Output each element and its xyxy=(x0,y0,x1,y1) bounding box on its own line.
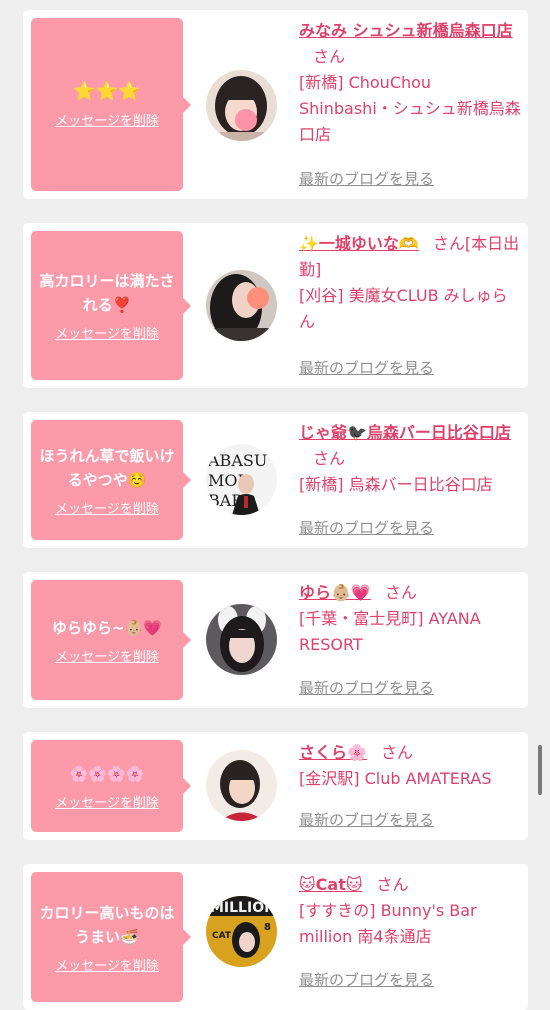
entry-info: 🐱Cat🐱 さん [すすきの] Bunny's Bar million 南4条通店 xyxy=(299,872,521,950)
message-text: ⭐⭐⭐ xyxy=(73,81,141,102)
message-text: ほうれん草で飯いけるやつや☺️ xyxy=(39,446,175,489)
name-suffix: さん xyxy=(384,583,417,602)
latest-blog-link[interactable]: 最新のブログを見る xyxy=(299,677,434,698)
entry-info: さくら🌸 さん [金沢駅] Club AMATERAS xyxy=(299,740,521,792)
name-suffix: さん xyxy=(313,449,346,468)
store-name: [すすきの] Bunny's Bar million 南4条通店 xyxy=(299,901,477,946)
entry-info: ✨一城ゆいな🫶 さん[本日出勤] [刈谷] 美魔女CLUB みしゅらん xyxy=(299,231,521,335)
entry-info: みなみ シュシュ新橋烏森口店さん [新橋] ChouChou Shinbashi… xyxy=(299,18,521,148)
avatar[interactable] xyxy=(206,750,277,821)
message-text: 高カロリーは満たされる❣️ xyxy=(39,272,175,314)
message-card: 🌸🌸🌸🌸 メッセージを削除 さくら🌸 さん [金沢駅] Club AMATERAS… xyxy=(23,732,528,840)
message-text: 🌸🌸🌸🌸 xyxy=(69,764,145,783)
latest-blog-link[interactable]: 最新のブログを見る xyxy=(299,969,434,990)
name-line: みなみ シュシュ新橋烏森口店さん xyxy=(299,18,521,70)
delete-message-link[interactable]: メッセージを削除 xyxy=(55,792,159,811)
message-bubble: ゆらゆら~👶🏼💗 メッセージを削除 xyxy=(31,580,191,700)
message-bubble: 🌸🌸🌸🌸 メッセージを削除 xyxy=(31,740,191,832)
avatar[interactable] xyxy=(206,70,277,141)
store-name: [新橋] ChouChou Shinbashi・シュシュ新橋烏森口店 xyxy=(299,73,521,144)
message-card: ゆらゆら~👶🏼💗 メッセージを削除 ゆら👶🏼💗 さん [千葉・富士見町] AYAN… xyxy=(23,572,528,708)
entry-info: ゆら👶🏼💗 さん [千葉・富士見町] AYANA RESORT xyxy=(299,580,521,658)
message-bubble: ⭐⭐⭐ メッセージを削除 xyxy=(31,18,191,191)
message-text: ゆらゆら~👶🏼💗 xyxy=(52,618,162,637)
latest-blog-link[interactable]: 最新のブログを見る xyxy=(299,517,434,538)
name-line: 🐱Cat🐱 さん xyxy=(299,872,521,898)
svg-text:ABASU: ABASU xyxy=(207,451,267,470)
latest-blog-link[interactable]: 最新のブログを見る xyxy=(299,809,434,830)
delete-message-link[interactable]: メッセージを削除 xyxy=(55,646,159,665)
latest-blog-link[interactable]: 最新のブログを見る xyxy=(299,357,434,378)
cast-name-link[interactable]: みなみ シュシュ新橋烏森口店 xyxy=(299,21,513,40)
cast-name-link[interactable]: さくら🌸 xyxy=(299,743,367,762)
name-line: さくら🌸 さん xyxy=(299,740,521,766)
message-card: ほうれん草で飯いけるやつや☺️ メッセージを削除 ABASU MOR BAR じ… xyxy=(23,412,528,548)
delete-message-link[interactable]: メッセージを削除 xyxy=(55,110,159,129)
message-card: ⭐⭐⭐ メッセージを削除 みなみ シュシュ新橋烏森口店さん [新橋] ChouC… xyxy=(23,10,528,199)
message-bubble: ほうれん草で飯いけるやつや☺️ メッセージを削除 xyxy=(31,420,191,540)
cast-name-link[interactable]: ✨一城ゆいな🫶 xyxy=(299,234,419,253)
avatar[interactable]: MILLION CAT 8 xyxy=(206,896,277,967)
scrollbar[interactable] xyxy=(538,745,542,795)
delete-message-link[interactable]: メッセージを削除 xyxy=(55,323,159,342)
cast-name-link[interactable]: ゆら👶🏼💗 xyxy=(299,583,371,602)
svg-text:CAT: CAT xyxy=(212,931,232,941)
message-card: カロリー高いものはうまい🍜 メッセージを削除 MILLION CAT 8 🐱Ca… xyxy=(23,864,528,1010)
store-name: [金沢駅] Club AMATERAS xyxy=(299,769,492,788)
message-bubble: 高カロリーは満たされる❣️ メッセージを削除 xyxy=(31,231,191,380)
name-line: じゃ爺🐦‍⬛烏森バー日比谷口店さん xyxy=(299,420,521,472)
cast-name-link[interactable]: 🐱Cat🐱 xyxy=(299,875,363,894)
latest-blog-link[interactable]: 最新のブログを見る xyxy=(299,168,434,189)
message-text: カロリー高いものはうまい🍜 xyxy=(39,903,175,946)
svg-text:MILLION: MILLION xyxy=(210,900,276,916)
avatar[interactable]: ABASU MOR BAR xyxy=(206,444,277,515)
name-suffix: さん xyxy=(313,47,346,66)
store-name: [新橋] 烏森バー日比谷口店 xyxy=(299,475,493,494)
name-suffix: さん xyxy=(376,875,409,894)
cast-name-link[interactable]: じゃ爺🐦‍⬛烏森バー日比谷口店 xyxy=(299,423,511,442)
name-line: ゆら👶🏼💗 さん xyxy=(299,580,521,606)
name-line: ✨一城ゆいな🫶 さん[本日出勤] xyxy=(299,231,521,283)
delete-message-link[interactable]: メッセージを削除 xyxy=(55,955,159,974)
avatar[interactable] xyxy=(206,270,277,341)
delete-message-link[interactable]: メッセージを削除 xyxy=(55,498,159,517)
svg-text:8: 8 xyxy=(264,922,271,933)
store-name: [千葉・富士見町] AYANA RESORT xyxy=(299,609,481,654)
message-bubble: カロリー高いものはうまい🍜 メッセージを削除 xyxy=(31,872,191,1002)
store-name: [刈谷] 美魔女CLUB みしゅらん xyxy=(299,286,508,331)
message-card: 高カロリーは満たされる❣️ メッセージを削除 ✨一城ゆいな🫶 さん[本日出勤] [… xyxy=(23,223,528,388)
entry-info: じゃ爺🐦‍⬛烏森バー日比谷口店さん [新橋] 烏森バー日比谷口店 xyxy=(299,420,521,498)
avatar[interactable] xyxy=(206,604,277,675)
name-suffix: さん xyxy=(380,743,413,762)
